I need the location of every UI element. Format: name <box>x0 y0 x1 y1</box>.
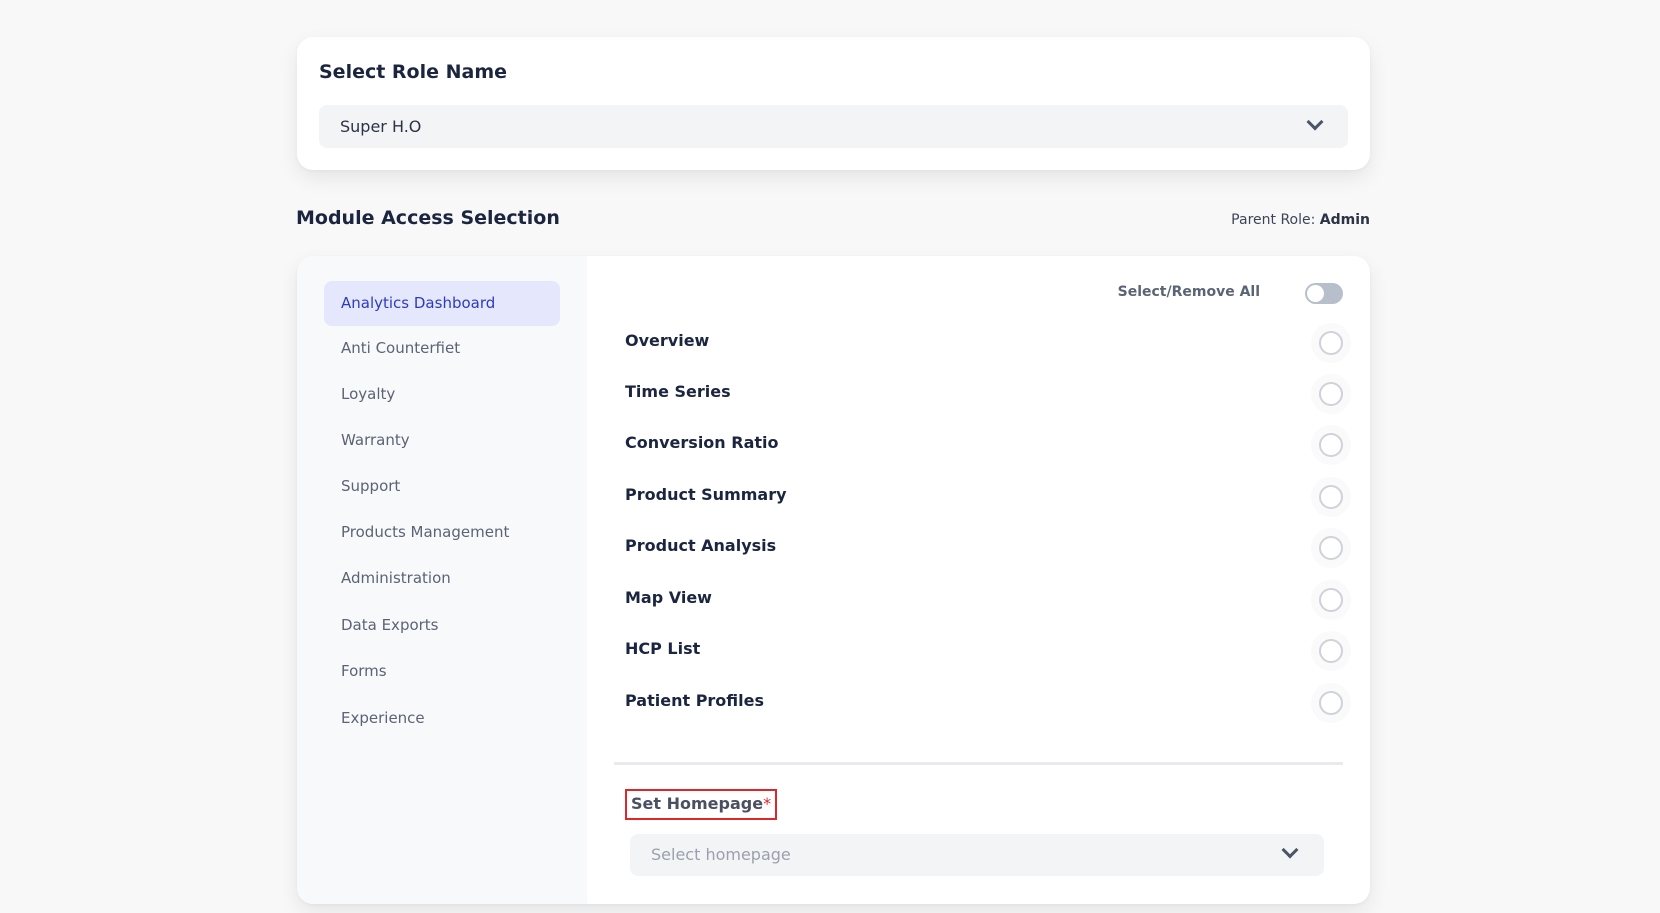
permission-row: Patient Profiles <box>625 683 1351 723</box>
module-card: Analytics Dashboard Anti Counterfiet Loy… <box>297 256 1370 904</box>
role-select-value: Super H.O <box>340 117 422 136</box>
permission-radio[interactable] <box>1311 374 1351 414</box>
parent-role-label: Parent Role: <box>1231 212 1316 228</box>
set-homepage-text: Set Homepage <box>631 794 764 813</box>
chevron-down-icon <box>1306 113 1324 131</box>
radio-circle-icon <box>1319 331 1343 355</box>
permission-radio[interactable] <box>1311 683 1351 723</box>
role-title: Select Role Name <box>319 61 508 83</box>
select-all-toggle[interactable] <box>1305 283 1343 304</box>
radio-circle-icon <box>1319 536 1343 560</box>
radio-circle-icon <box>1319 382 1343 406</box>
homepage-select[interactable]: Select homepage <box>630 834 1324 876</box>
permission-label: Conversion Ratio <box>625 433 779 452</box>
role-permissions-page: Select Role Name Super H.O Module Access… <box>0 0 1660 913</box>
permission-label: Time Series <box>625 382 731 401</box>
parent-role-value: Admin <box>1319 212 1370 228</box>
radio-circle-icon <box>1319 485 1343 509</box>
sidebar-item-anti-counterfiet[interactable]: Anti Counterfiet <box>324 326 560 371</box>
permission-label: Product Summary <box>625 485 787 504</box>
permission-row: Overview <box>625 323 1351 363</box>
permission-radio[interactable] <box>1311 580 1351 620</box>
select-all-label: Select/Remove All <box>1117 284 1260 300</box>
homepage-select-placeholder: Select homepage <box>651 845 791 864</box>
module-sidebar: Analytics Dashboard Anti Counterfiet Loy… <box>297 256 587 904</box>
role-card: Select Role Name Super H.O <box>297 37 1370 170</box>
permission-row: Time Series <box>625 374 1351 414</box>
permission-row: Product Summary <box>625 477 1351 517</box>
radio-circle-icon <box>1319 639 1343 663</box>
permission-radio[interactable] <box>1311 477 1351 517</box>
divider <box>614 762 1343 765</box>
radio-circle-icon <box>1319 691 1343 715</box>
permission-radio[interactable] <box>1311 631 1351 671</box>
parent-role: Parent Role: Admin <box>1231 212 1370 228</box>
toggle-knob <box>1307 285 1324 302</box>
permission-row: Map View <box>625 580 1351 620</box>
permission-row: Conversion Ratio <box>625 425 1351 465</box>
sidebar-item-products-management[interactable]: Products Management <box>324 510 560 555</box>
sidebar-item-warranty[interactable]: Warranty <box>324 418 560 463</box>
permission-radio[interactable] <box>1311 528 1351 568</box>
permission-label: Product Analysis <box>625 536 777 555</box>
permission-label: Patient Profiles <box>625 691 765 710</box>
sidebar-item-forms[interactable]: Forms <box>324 649 560 694</box>
sidebar-item-experience[interactable]: Experience <box>324 696 560 741</box>
required-marker: * <box>763 794 772 813</box>
permission-radio[interactable] <box>1311 425 1351 465</box>
permission-radio[interactable] <box>1311 323 1351 363</box>
sidebar-item-administration[interactable]: Administration <box>324 556 560 601</box>
module-access-title: Module Access Selection <box>296 207 560 229</box>
sidebar-item-loyalty[interactable]: Loyalty <box>324 372 560 417</box>
radio-circle-icon <box>1319 588 1343 612</box>
sidebar-item-data-exports[interactable]: Data Exports <box>324 603 560 648</box>
permission-label: Overview <box>625 331 710 350</box>
permission-row: HCP List <box>625 631 1351 671</box>
radio-circle-icon <box>1319 433 1343 457</box>
set-homepage-label: Set Homepage* <box>625 789 778 820</box>
permission-label: HCP List <box>625 639 701 658</box>
sidebar-item-analytics-dashboard[interactable]: Analytics Dashboard <box>324 281 560 326</box>
sidebar-item-support[interactable]: Support <box>324 464 560 509</box>
permission-row: Product Analysis <box>625 528 1351 568</box>
permission-label: Map View <box>625 588 712 607</box>
chevron-down-icon <box>1281 841 1299 859</box>
role-select[interactable]: Super H.O <box>319 105 1348 148</box>
